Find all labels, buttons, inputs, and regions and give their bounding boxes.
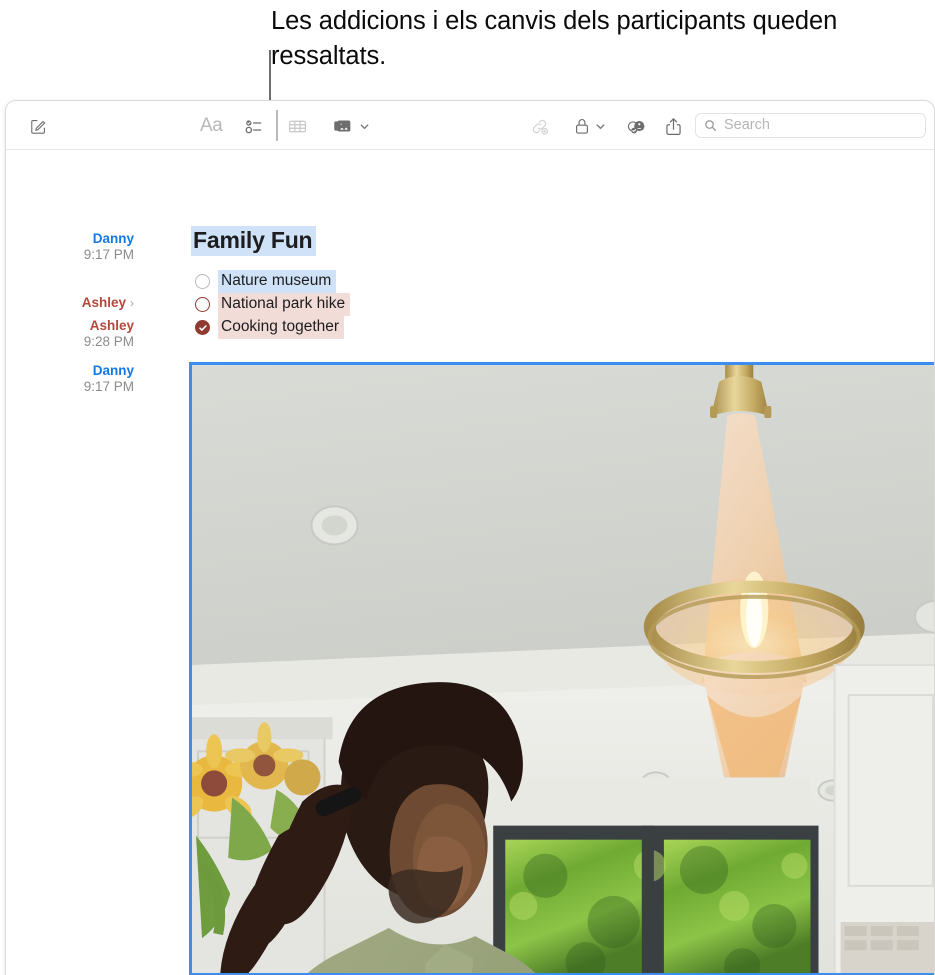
media-chevron-down-icon[interactable] [357,113,371,139]
checkbox-unchecked-icon[interactable] [195,297,210,312]
lock-chevron-down-icon[interactable] [593,113,607,139]
attribution-ashley-2[interactable]: Ashley 9:28 PM [26,318,134,350]
attribution-time: 9:17 PM [83,379,134,394]
checklist-item-label: Nature museum [218,270,337,293]
toolbar: Aa Search [6,101,934,150]
attribution-danny-1[interactable]: Danny 9:17 PM [26,231,134,263]
checklist-item-1[interactable]: Nature museum [195,270,337,293]
add-link-icon[interactable] [527,113,551,139]
checklist-item-2[interactable]: National park hike [195,293,351,316]
note-body: Danny 9:17 PM Ashley › Ashley 9:28 PM Da… [6,150,934,975]
attribution-name: Ashley [89,318,134,333]
search-icon [705,120,717,132]
attribution-ashley-1[interactable]: Ashley › [26,295,134,311]
chevron-right-icon[interactable]: › [130,297,134,309]
checklist-item-3[interactable]: Cooking together [195,316,345,339]
checklist-item-label: National park hike [218,293,351,316]
photo-image [192,365,934,973]
note-title[interactable]: Family Fun [191,226,317,256]
share-icon[interactable] [661,113,685,139]
note-photo-attachment[interactable] [189,362,934,975]
format-aa-button[interactable]: Aa [200,113,223,139]
checklist-item-label: Cooking together [218,316,345,339]
toolbar-divider [276,110,278,141]
collaborate-icon[interactable] [623,113,649,139]
lock-icon[interactable] [571,113,593,139]
attribution-name: Ashley [81,295,126,310]
table-icon[interactable] [285,113,309,139]
checkbox-unchecked-icon[interactable] [195,274,210,289]
notes-window: Aa Search Danny 9:17 PM Ashley › Ashley … [5,100,935,975]
search-placeholder: Search [724,117,770,134]
attribution-time: 9:17 PM [83,247,134,262]
compose-icon[interactable] [25,113,51,139]
checkbox-checked-icon[interactable] [195,320,210,335]
attribution-danny-2[interactable]: Danny 9:17 PM [26,363,134,395]
checklist-icon[interactable] [242,113,266,139]
callout-caption: Les addicions i els canvis dels particip… [271,7,838,70]
media-icon[interactable] [331,113,355,139]
attribution-name: Danny [92,231,134,246]
attribution-time: 9:28 PM [83,334,134,349]
search-input[interactable]: Search [695,113,926,138]
attribution-name: Danny [92,363,134,378]
screenshot-root: Les addicions i els canvis dels particip… [0,0,935,975]
